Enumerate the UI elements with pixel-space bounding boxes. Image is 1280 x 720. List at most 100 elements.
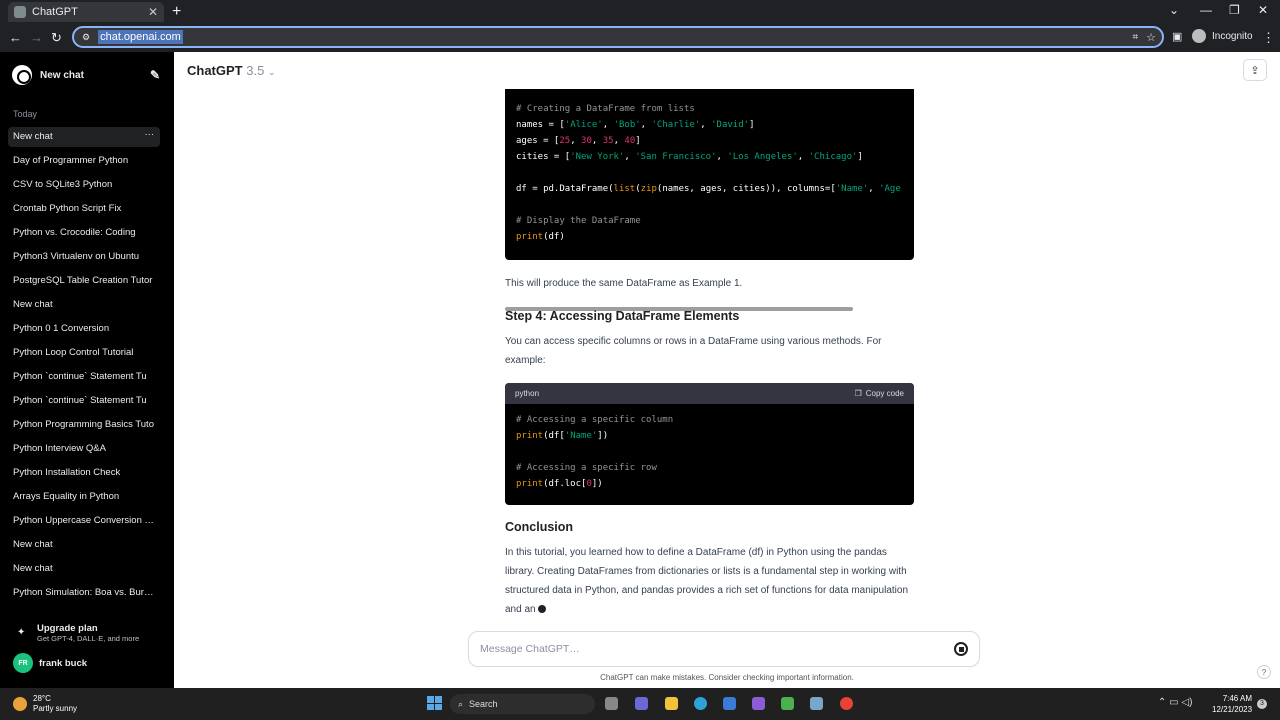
sidebar-item[interactable]: Crontab Python Script Fix	[8, 199, 160, 219]
back-icon[interactable]: ←	[9, 30, 22, 45]
model-version: 3.5	[246, 63, 265, 78]
search-label: Search	[469, 699, 498, 709]
typing-cursor-icon	[538, 605, 547, 614]
site-info-icon[interactable]: ⚙	[82, 32, 90, 43]
chevron-down-icon: ⌄	[267, 67, 276, 77]
sidebar-item[interactable]: New chat	[8, 295, 160, 315]
conclusion-text: In this tutorial, you learned how to def…	[505, 547, 909, 615]
bookmark-star-icon[interactable]: ☆	[1146, 31, 1156, 44]
notification-badge[interactable]: 3	[1257, 699, 1267, 709]
upgrade-subtitle: Get GPT-4, DALL·E, and more	[37, 634, 140, 643]
search-icon: ⌕	[458, 698, 464, 709]
photos-icon[interactable]	[810, 697, 823, 710]
user-menu[interactable]: FR frank buck	[13, 653, 87, 673]
weather-widget[interactable]: 28°C Partly sunny	[13, 694, 77, 714]
chrome-icon[interactable]	[840, 697, 853, 710]
sidebar-item[interactable]: New chat	[8, 559, 160, 579]
stop-generating-button[interactable]	[954, 642, 968, 656]
sidebar-item[interactable]: Python Programming Basics Tuto	[8, 415, 160, 435]
sidebar-item[interactable]: Python 0 1 Conversion	[8, 319, 160, 339]
side-panel-icon[interactable]: ▣	[1172, 30, 1182, 43]
browser-tab[interactable]: ChatGPT ✕	[8, 2, 164, 22]
code-line: df = pd.DataFrame(list(zip(names, ages, …	[516, 184, 901, 194]
share-icon: ⇪	[1250, 64, 1260, 77]
browser-chrome: ChatGPT ✕ + ⌄ — ❐ ✕ ← → ↻ ⚙ chat.openai.…	[0, 0, 1280, 52]
browser-menu-icon[interactable]: ⋮	[1262, 30, 1275, 46]
code-line: # Accessing a specific row	[516, 463, 657, 473]
forward-icon[interactable]: →	[30, 30, 43, 45]
upgrade-title: Upgrade plan	[37, 623, 98, 634]
address-bar[interactable]: ⚙ chat.openai.com ⌗ ☆	[72, 26, 1164, 48]
code-line: print(df.loc[0])	[516, 479, 603, 489]
system-tray-icons[interactable]: ⌃ ▭ ◁)	[1158, 697, 1192, 708]
openai-logo-icon	[12, 65, 32, 85]
file-explorer-icon[interactable]	[665, 697, 678, 710]
code-line: ages = [25, 30, 35, 40]	[516, 136, 641, 146]
start-icon[interactable]	[427, 696, 442, 710]
maximize-icon[interactable]: ❐	[1229, 3, 1240, 17]
edit-icon[interactable]: ✎	[150, 68, 160, 82]
tab-search-chevron-icon[interactable]: ⌄	[1169, 3, 1179, 17]
close-window-icon[interactable]: ✕	[1258, 3, 1268, 17]
code-line: # Creating a DataFrame from lists	[516, 104, 695, 114]
new-chat-button[interactable]: New chat ✎	[12, 64, 160, 86]
store-icon[interactable]	[723, 697, 736, 710]
app-icon[interactable]	[752, 697, 765, 710]
weather-icon	[13, 697, 27, 711]
sidebar-item[interactable]: New chat ···	[8, 127, 160, 147]
sidebar-item[interactable]: CSV to SQLite3 Python	[8, 175, 160, 195]
close-tab-icon[interactable]: ✕	[148, 5, 158, 19]
sidebar-item[interactable]: Python `continue` Statement Tu	[8, 367, 160, 387]
sidebar-item[interactable]: Day of Programmer Python	[8, 151, 160, 171]
edge-icon[interactable]	[694, 697, 707, 710]
code-line: cities = ['New York', 'San Francisco', '…	[516, 152, 863, 162]
main-panel: ChatGPT 3.5 ⌄ ⇪ # Creating a DataFrame f…	[174, 52, 1280, 688]
reload-icon[interactable]: ↻	[51, 30, 62, 46]
share-button[interactable]: ⇪	[1243, 59, 1267, 81]
sidebar-item[interactable]: Python Installation Check	[8, 463, 160, 483]
model-name: ChatGPT	[187, 63, 243, 78]
code-language: python	[515, 389, 540, 398]
sidebar-item-label: New chat	[13, 131, 53, 142]
sidebar-item[interactable]: Python Loop Control Tutorial	[8, 343, 160, 363]
clock[interactable]: 7:46 AM 12/21/2023	[1212, 693, 1252, 715]
sidebar-item[interactable]: Python Uppercase Conversion Tu	[8, 511, 160, 531]
sparkle-icon: ✦	[17, 627, 26, 638]
heading-conclusion: Conclusion	[505, 520, 574, 534]
code-line: # Accessing a specific column	[516, 415, 674, 425]
code-line: print(df['Name'])	[516, 431, 609, 441]
code-content: # Accessing a specific column print(df['N…	[505, 404, 914, 492]
sidebar-item[interactable]: PostgreSQL Table Creation Tutor	[8, 271, 160, 291]
more-options-icon[interactable]: ···	[145, 129, 155, 140]
taskbar-search[interactable]: ⌕ Search	[450, 694, 595, 714]
taskbar: 28°C Partly sunny ⌕ Search ⌃ ▭ ◁) 7:46 AM 1…	[0, 688, 1280, 720]
incognito-indicator[interactable]: Incognito	[1192, 29, 1253, 43]
minimize-icon[interactable]: —	[1200, 3, 1212, 17]
sidebar-item[interactable]: Python3 Virtualenv on Ubuntu	[8, 247, 160, 267]
message-input[interactable]: Message ChatGPT…	[468, 631, 980, 667]
section-today: Today	[13, 109, 38, 119]
sidebar: New chat ✎ Today New chat ··· Day of Prog…	[0, 52, 174, 688]
incognito-label: Incognito	[1212, 30, 1253, 42]
sidebar-item[interactable]: Python `continue` Statement Tu	[8, 391, 160, 411]
sidebar-item[interactable]: Python Simulation: Boa vs. Burme	[8, 583, 160, 603]
code-line: print(df)	[516, 232, 565, 242]
help-button[interactable]: ?	[1257, 665, 1271, 679]
sidebar-item[interactable]: Python vs. Crocodile: Coding	[8, 223, 160, 243]
code-line: # Display the DataFrame	[516, 216, 641, 226]
copy-code-button[interactable]: ❐ Copy code	[855, 389, 904, 398]
new-chat-label: New chat	[40, 69, 84, 81]
new-tab-icon[interactable]: +	[172, 3, 181, 21]
sidebar-item[interactable]: New chat	[8, 535, 160, 555]
chat-icon[interactable]	[635, 697, 648, 710]
notepad-icon[interactable]	[781, 697, 794, 710]
url-text[interactable]: chat.openai.com	[98, 30, 183, 44]
time: 7:46 AM	[1222, 694, 1253, 703]
model-selector[interactable]: ChatGPT 3.5 ⌄	[187, 63, 276, 78]
sidebar-item[interactable]: Arrays Equality in Python	[8, 487, 160, 507]
weather-text: Partly sunny	[33, 704, 78, 713]
qr-code-icon[interactable]: ⌗	[1132, 32, 1138, 43]
task-view-icon[interactable]	[605, 697, 618, 710]
sidebar-item[interactable]: Python Interview Q&A	[8, 439, 160, 459]
paragraph: You can access specific columns or rows …	[505, 336, 882, 366]
